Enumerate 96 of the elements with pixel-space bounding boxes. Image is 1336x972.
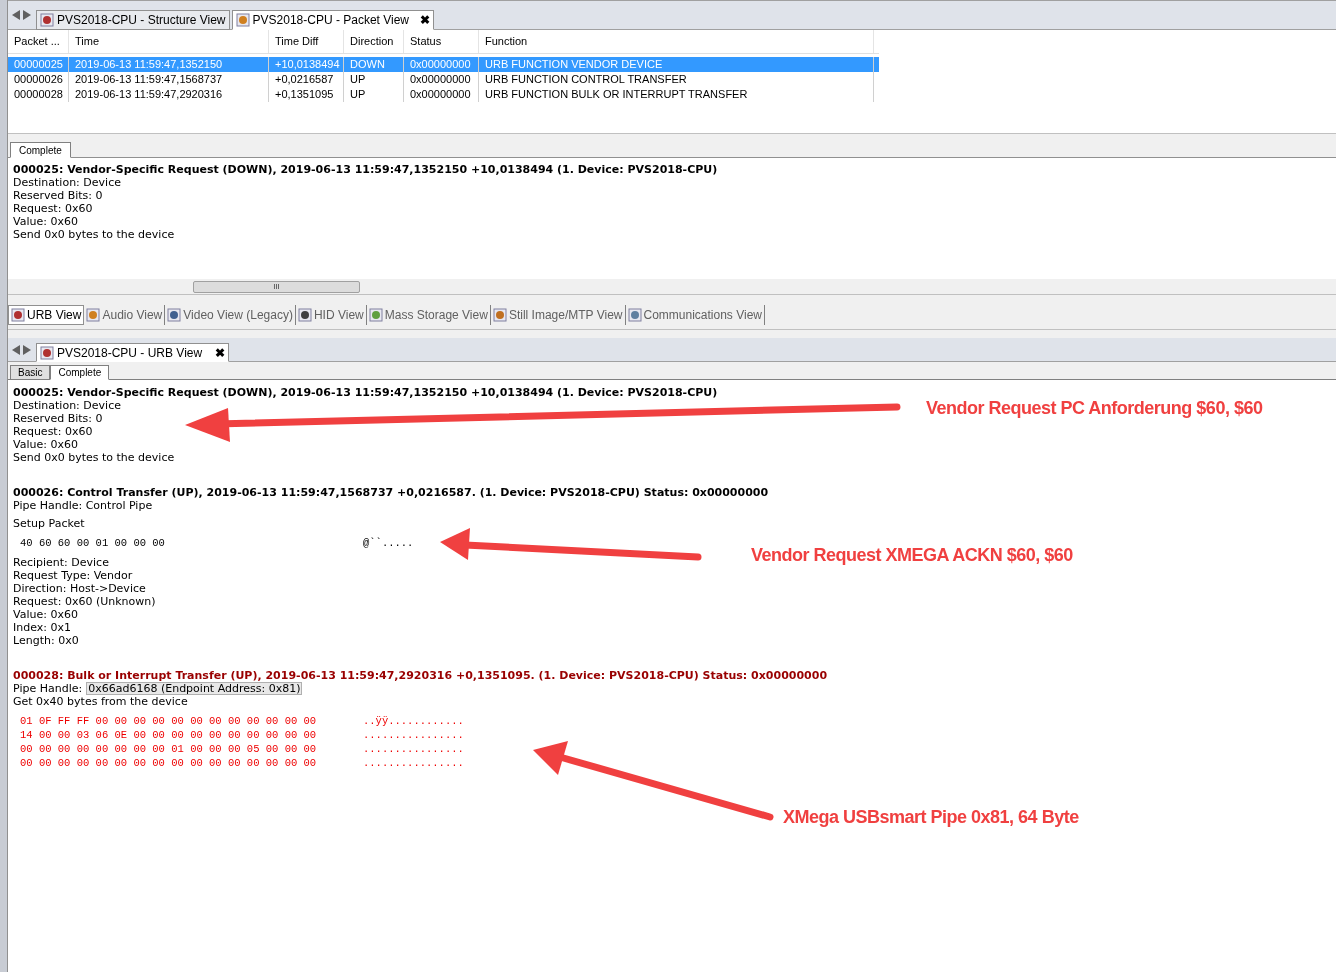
- hex-ascii: ................: [363, 728, 464, 742]
- record-header: 000025: Vendor-Specific Request (DOWN), 2019-06-13 11:59:47,1352150 +10,0138494 (1. Device: PVS2018-CPU): [13, 163, 719, 176]
- view-icon: [235, 13, 250, 27]
- table-cell: 00000025: [8, 57, 69, 72]
- view-tab[interactable]: Communications View: [625, 304, 765, 325]
- table-cell: 00000028: [8, 87, 69, 102]
- detail-line: Index: 0x1: [13, 621, 71, 634]
- detail-line: Value: 0x60: [13, 608, 78, 621]
- column-header[interactable]: Time: [69, 30, 269, 53]
- view-icon: [297, 307, 312, 322]
- column-header[interactable]: Packet ...: [8, 30, 69, 53]
- table-cell: 0x00000000: [404, 57, 479, 72]
- horizontal-scrollbar[interactable]: III: [8, 279, 1336, 294]
- detail-line: Request: 0x60: [13, 425, 93, 438]
- table-cell: 0x00000000: [404, 87, 479, 102]
- view-icon: [368, 307, 383, 322]
- detail-line: Reserved Bits: 0: [13, 189, 103, 202]
- detail-line: Get 0x40 bytes from the device: [13, 695, 188, 708]
- field-label: Pipe Handle:: [13, 682, 83, 695]
- table-cell: UP: [344, 72, 404, 87]
- hex-bytes: 00 00 00 00 00 00 00 00 01 00 00 00 05 00 00 00: [19, 742, 318, 756]
- view-tab[interactable]: HID View: [295, 304, 367, 325]
- column-header[interactable]: Status: [404, 30, 479, 53]
- hex-ascii: ................: [363, 742, 464, 756]
- hex-bytes: 01 0F FF FF 00 00 00 00 00 00 00 00 00 00 00 00: [19, 714, 318, 728]
- view-icon: [492, 307, 507, 322]
- annotation-text: XMega USBsmart Pipe 0x81, 64 Byte: [783, 806, 1079, 829]
- hex-ascii: ................: [363, 756, 464, 770]
- table-cell: URB FUNCTION VENDOR DEVICE: [479, 57, 874, 72]
- scroll-left-icon[interactable]: [12, 344, 21, 355]
- scrollbar-thumb[interactable]: III: [193, 280, 360, 293]
- detail-line: Reserved Bits: 0: [13, 412, 103, 425]
- table-cell: DOWN: [344, 57, 404, 72]
- scroll-right-icon[interactable]: [22, 10, 31, 20]
- detail-line: Request Type: Vendor: [13, 569, 133, 582]
- view-tab[interactable]: Still Image/MTP View: [490, 304, 626, 325]
- table-cell: URB FUNCTION BULK OR INTERRUPT TRANSFER: [479, 87, 874, 102]
- view-icon: [11, 307, 25, 322]
- detail-tab[interactable]: Complete: [10, 142, 71, 158]
- view-tab[interactable]: Audio View: [84, 304, 166, 325]
- record-header: 000026: Control Transfer (UP), 2019-06-13 11:59:47,1568737 +0,0216587. (1. Device: PVS2018-CPU) Status: 0x00000000: [13, 486, 770, 499]
- view-icon: [40, 345, 54, 360]
- detail-tab[interactable]: Basic: [10, 365, 51, 380]
- table-cell: 0x00000000: [404, 72, 479, 87]
- view-icon: [167, 307, 182, 322]
- scroll-left-icon[interactable]: [12, 10, 21, 20]
- table-cell: UP: [344, 87, 404, 102]
- annotation-text: Vendor Request PC Anforderung $60, $60: [926, 397, 1263, 420]
- table-cell: URB FUNCTION CONTROL TRANSFER: [479, 72, 874, 87]
- table-cell: +0,1351095: [269, 87, 344, 102]
- packet-row[interactable]: 00000028 2019-06-13 11:59:47,2920316 +0,1351095 UP 0x00000000 URB FUNCTION BULK OR INTERRUPT TRANSFER: [8, 87, 879, 102]
- detail-line: Value: 0x60: [13, 215, 78, 228]
- view-icon: [40, 13, 54, 27]
- table-cell: 00000026: [8, 72, 69, 87]
- detail-line: Recipient: Device: [13, 556, 109, 569]
- detail-line: Length: 0x0: [13, 634, 79, 647]
- table-cell: 2019-06-13 11:59:47,2920316: [69, 87, 269, 102]
- detail-line: Direction: Host->Device: [13, 582, 146, 595]
- detail-line: Request: 0x60: [13, 202, 93, 215]
- view-tab[interactable]: Mass Storage View: [366, 304, 491, 325]
- detail-line: Request: 0x60 (Unknown): [13, 595, 156, 608]
- hex-bytes: 40 60 60 00 01 00 00 00: [19, 536, 166, 550]
- table-cell: 2019-06-13 11:59:47,1568737: [69, 72, 269, 87]
- hex-bytes: 00 00 00 00 00 00 00 00 00 00 00 00 00 00 00 00: [19, 756, 318, 770]
- detail-line: Destination: Device: [13, 399, 121, 412]
- detail-line: Send 0x0 bytes to the device: [13, 451, 175, 464]
- detail-line: Send 0x0 bytes to the device: [13, 228, 175, 241]
- annotation-text: Vendor Request XMEGA ACKN $60, $60: [751, 544, 1073, 567]
- detail-tab[interactable]: Complete: [50, 365, 110, 380]
- detail-line: Value: 0x60: [13, 438, 78, 451]
- table-cell: +0,0216587: [269, 72, 344, 87]
- scroll-right-icon[interactable]: [22, 344, 31, 355]
- detail-line: Destination: Device: [13, 176, 121, 189]
- hex-ascii: ..ÿÿ............: [363, 714, 464, 728]
- detail-line: Setup Packet: [13, 517, 85, 530]
- record-header: 000028: Bulk or Interrupt Transfer (UP), 2019-06-13 11:59:47,2920316 +0,1351095. (1. Device: PVS2018-CPU) Status: 0x00000000: [13, 669, 829, 682]
- field-value: 0x66ad6168 (Endpoint Address: 0x81): [86, 682, 303, 695]
- close-button[interactable]: ✖: [420, 11, 431, 29]
- column-header[interactable]: Time Diff: [269, 30, 344, 53]
- packet-row[interactable]: 00000026 2019-06-13 11:59:47,1568737 +0,0216587 UP 0x00000000 URB FUNCTION CONTROL TRANSFER: [8, 72, 879, 87]
- hex-ascii: @``.....: [363, 536, 414, 550]
- view-tab[interactable]: Video View (Legacy): [165, 304, 296, 325]
- table-cell: +10,0138494: [269, 57, 344, 72]
- hex-bytes: 14 00 00 03 06 0E 00 00 00 00 00 00 00 00 00 00: [19, 728, 318, 742]
- document-tab[interactable]: PVS2018-CPU - Packet View ✖: [231, 10, 435, 30]
- table-cell: 2019-06-13 11:59:47,1352150: [69, 57, 269, 72]
- view-tab[interactable]: URB View: [8, 304, 85, 325]
- column-header[interactable]: Direction: [344, 30, 404, 53]
- view-icon: [627, 307, 642, 322]
- column-header[interactable]: Function: [479, 30, 874, 53]
- document-tab[interactable]: PVS2018-CPU - Structure View: [36, 10, 230, 30]
- close-button[interactable]: ✖: [215, 343, 226, 362]
- record-header: 000025: Vendor-Specific Request (DOWN), 2019-06-13 11:59:47,1352150 +10,0138494 (1. Device: PVS2018-CPU): [13, 386, 719, 399]
- detail-line: Pipe Handle: Control Pipe: [13, 499, 153, 512]
- view-icon: [86, 307, 101, 322]
- document-tab[interactable]: PVS2018-CPU - URB View ✖: [36, 343, 230, 362]
